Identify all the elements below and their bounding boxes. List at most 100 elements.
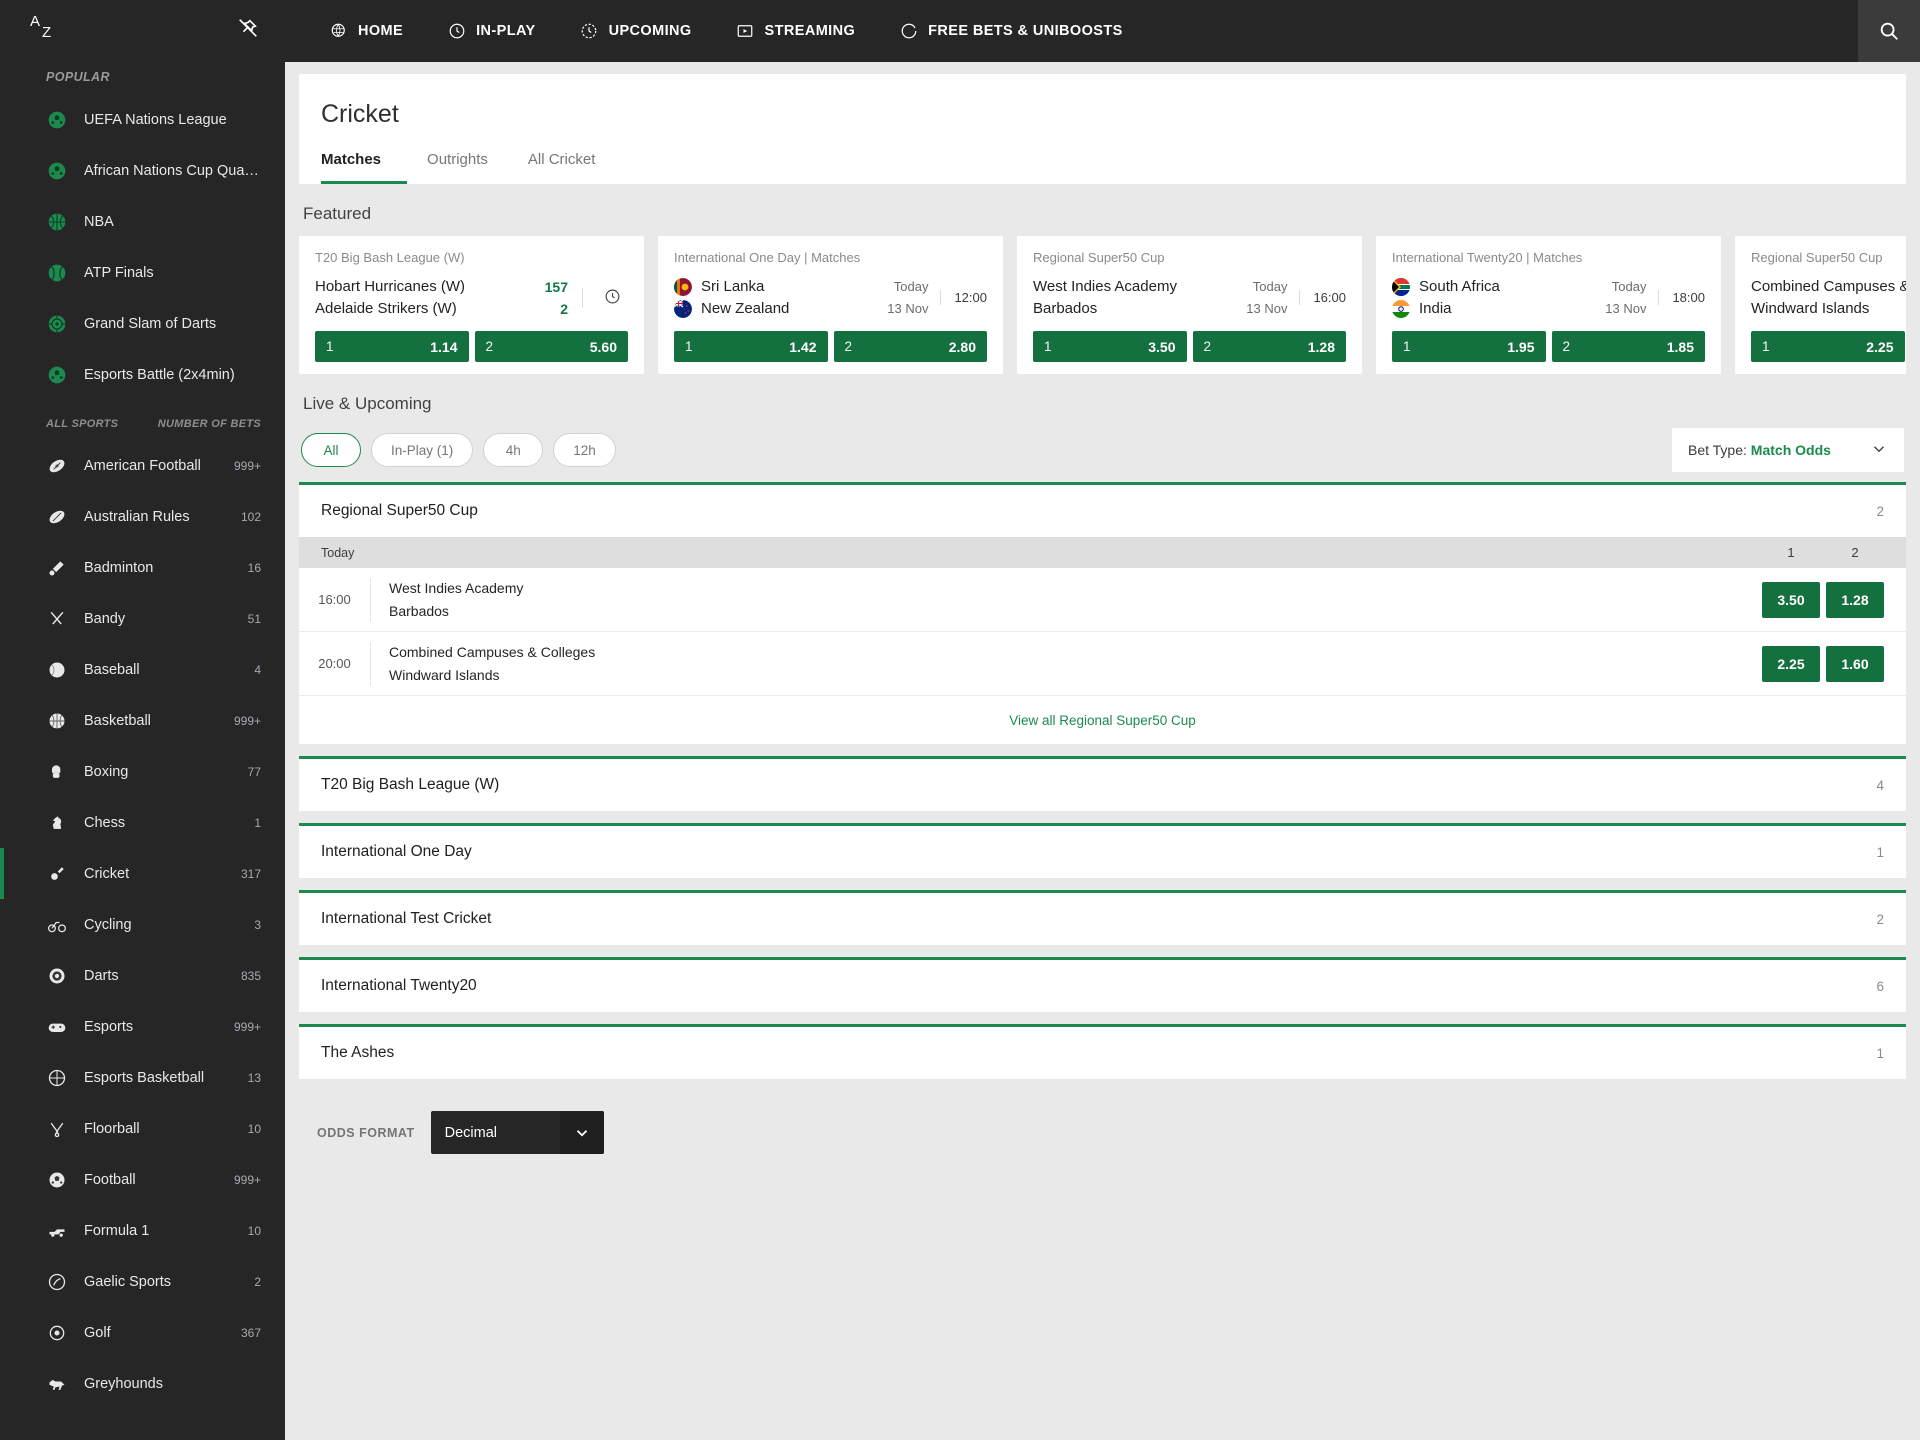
featured-card[interactable]: Regional Super50 Cup West Indies Academy… <box>1017 236 1362 374</box>
nav-item-in-play[interactable]: IN-PLAY <box>425 0 557 62</box>
odds-button[interactable]: 2 1.85 <box>1551 331 1705 362</box>
odds-button[interactable]: 2 2.80 <box>833 331 987 362</box>
tennis-icon <box>46 262 67 283</box>
sidebar-item-football[interactable]: Football 999+ <box>0 1154 285 1205</box>
filter-pill-all[interactable]: All <box>301 433 361 467</box>
odds-value: 2.80 <box>948 338 976 355</box>
league-name: International Test Cricket <box>321 910 492 927</box>
sidebar-item-bandy[interactable]: Bandy 51 <box>0 593 285 644</box>
sidebar-item-chess[interactable]: Chess 1 <box>0 797 285 848</box>
odds-button[interactable]: 1 1.14 <box>315 331 469 362</box>
sidebar-item-american-football[interactable]: American Football 999+ <box>0 440 285 491</box>
filter-pill-in-play[interactable]: In-Play (1) <box>371 433 474 467</box>
bet-type-value: Match Odds <box>1750 442 1831 458</box>
odds-button[interactable]: 1 1.42 <box>674 331 828 362</box>
odds-button[interactable]: 1 3.50 <box>1033 331 1187 362</box>
league-header[interactable]: Regional Super50 Cup 2 <box>299 485 1906 537</box>
featured-card[interactable]: T20 Big Bash League (W) Hobart Hurricane… <box>299 236 644 374</box>
sidebar-item-label: Floorball <box>84 1120 140 1137</box>
odds-format-select[interactable]: Decimal <box>430 1111 604 1154</box>
chevron-down-icon <box>1870 440 1888 461</box>
sidebar-item-count: 999+ <box>233 713 261 728</box>
odds-button[interactable]: 1 2.25 <box>1751 331 1905 362</box>
odds-key: 2 <box>1562 339 1571 354</box>
sidebar-item-formula-1[interactable]: Formula 1 10 <box>0 1205 285 1256</box>
sidebar-item-gaelic-sports[interactable]: Gaelic Sports 2 <box>0 1256 285 1307</box>
sidebar-item-esports-basketball[interactable]: Esports Basketball 13 <box>0 1052 285 1103</box>
sidebar-item-count: 999+ <box>233 458 261 473</box>
league-header[interactable]: International One Day 1 <box>299 826 1906 878</box>
sidebar-item-atp-finals[interactable]: ATP Finals <box>0 247 285 298</box>
football-icon <box>46 1169 67 1190</box>
screen-play-icon <box>736 22 755 41</box>
tab-all-cricket[interactable]: All Cricket <box>508 151 616 184</box>
featured-card-team2: Adelaide Strikers (W) <box>315 299 457 317</box>
odds-button[interactable]: 2 5.60 <box>474 331 628 362</box>
unpin-icon[interactable] <box>237 17 259 39</box>
featured-card[interactable]: International One Day | Matches Sri Lank… <box>658 236 1003 374</box>
greyhound-icon <box>46 1373 67 1394</box>
tab-outrights[interactable]: Outrights <box>407 151 508 184</box>
featured-card-team2: Barbados <box>1033 299 1098 317</box>
odds-button[interactable]: 1.60 <box>1826 645 1884 682</box>
league-header[interactable]: T20 Big Bash League (W) 4 <box>299 759 1906 811</box>
odds-button[interactable]: 2.25 <box>1762 645 1820 682</box>
sidebar-item-cycling[interactable]: Cycling 3 <box>0 899 285 950</box>
league-header[interactable]: International Test Cricket 2 <box>299 893 1906 945</box>
featured-cards-strip[interactable]: T20 Big Bash League (W) Hobart Hurricane… <box>299 236 1906 374</box>
sidebar-item-esports[interactable]: Esports 999+ <box>0 1001 285 1052</box>
aussie-rules-icon <box>46 506 67 527</box>
number-of-bets-label: NUMBER OF BETS <box>157 418 261 430</box>
sidebar-item-floorball[interactable]: Floorball 10 <box>0 1103 285 1154</box>
sidebar-item-grand-slam-of-darts[interactable]: Grand Slam of Darts <box>0 298 285 349</box>
nav-item-upcoming[interactable]: UPCOMING <box>558 0 714 62</box>
sidebar-item-esports-battle[interactable]: Esports Battle (2x4min) <box>0 349 285 400</box>
sidebar-item-greyhounds[interactable]: Greyhounds <box>0 1358 285 1409</box>
nav-item-streaming[interactable]: STREAMING <box>714 0 878 62</box>
odds-value: 5.60 <box>589 338 617 355</box>
odds-button[interactable]: 1.28 <box>1826 581 1884 618</box>
view-all-link[interactable]: View all Regional Super50 Cup <box>299 696 1906 744</box>
sidebar-item-boxing[interactable]: Boxing 77 <box>0 746 285 797</box>
main-area: HOME IN-PLAY UPCOMING STREAMING FREE BET… <box>285 0 1920 1440</box>
column-header-1: 1 <box>1787 545 1795 560</box>
live-upcoming-heading: Live & Upcoming <box>303 394 432 413</box>
sidebar-item-darts[interactable]: Darts 835 <box>0 950 285 1001</box>
search-icon[interactable] <box>1858 0 1920 62</box>
odds-button[interactable]: 3.50 <box>1762 581 1820 618</box>
sidebar-item-african-nations-cup[interactable]: African Nations Cup Quali… <box>0 145 285 196</box>
bet-type-dropdown[interactable]: Bet Type: Match Odds <box>1672 428 1904 472</box>
filter-pill-12h[interactable]: 12h <box>553 433 616 467</box>
league-name: International Twenty20 <box>321 977 477 994</box>
odds-button[interactable]: 1 1.95 <box>1392 331 1546 362</box>
home-globe-icon <box>329 22 348 41</box>
nav-item-home[interactable]: HOME <box>307 0 425 62</box>
league-count: 4 <box>1876 777 1884 793</box>
featured-card[interactable]: Regional Super50 Cup Combined Campuses &… <box>1735 236 1906 374</box>
odds-button[interactable]: 2 1.28 <box>1192 331 1346 362</box>
table-row[interactable]: 16:00 West Indies Academy Barbados 3.50 … <box>299 568 1906 632</box>
sidebar-item-baseball[interactable]: Baseball 4 <box>0 644 285 695</box>
sidebar-item-label: Gaelic Sports <box>84 1273 172 1290</box>
cricket-icon <box>46 863 67 884</box>
featured-card-league: International One Day | Matches <box>674 250 861 265</box>
sidebar-item-cricket[interactable]: Cricket 317 <box>0 848 285 899</box>
sidebar-item-australian-rules[interactable]: Australian Rules 102 <box>0 491 285 542</box>
sidebar-item-badminton[interactable]: Badminton 16 <box>0 542 285 593</box>
nav-item-free-bets-uniboosts[interactable]: FREE BETS & UNIBOOSTS <box>877 0 1145 62</box>
a-z-sort-icon[interactable]: AZ <box>30 13 64 43</box>
chevron-down-icon <box>559 1111 604 1154</box>
league-header[interactable]: The Ashes 1 <box>299 1027 1906 1079</box>
chess-icon <box>46 812 67 833</box>
sidebar-item-golf[interactable]: Golf 367 <box>0 1307 285 1358</box>
table-row[interactable]: 20:00 Combined Campuses & Colleges Windw… <box>299 632 1906 696</box>
sidebar-item-basketball[interactable]: Basketball 999+ <box>0 695 285 746</box>
sidebar-item-uefa-nations-league[interactable]: UEFA Nations League <box>0 94 285 145</box>
tab-matches[interactable]: Matches <box>321 151 408 184</box>
featured-card[interactable]: International Twenty20 | Matches South A… <box>1376 236 1721 374</box>
filter-pill-4h[interactable]: 4h <box>483 433 544 467</box>
sidebar-item-nba[interactable]: NBA <box>0 196 285 247</box>
league-header[interactable]: International Twenty20 6 <box>299 960 1906 1012</box>
sidebar-item-label: Grand Slam of Darts <box>84 315 217 332</box>
match-team1: West Indies Academy <box>389 579 524 596</box>
